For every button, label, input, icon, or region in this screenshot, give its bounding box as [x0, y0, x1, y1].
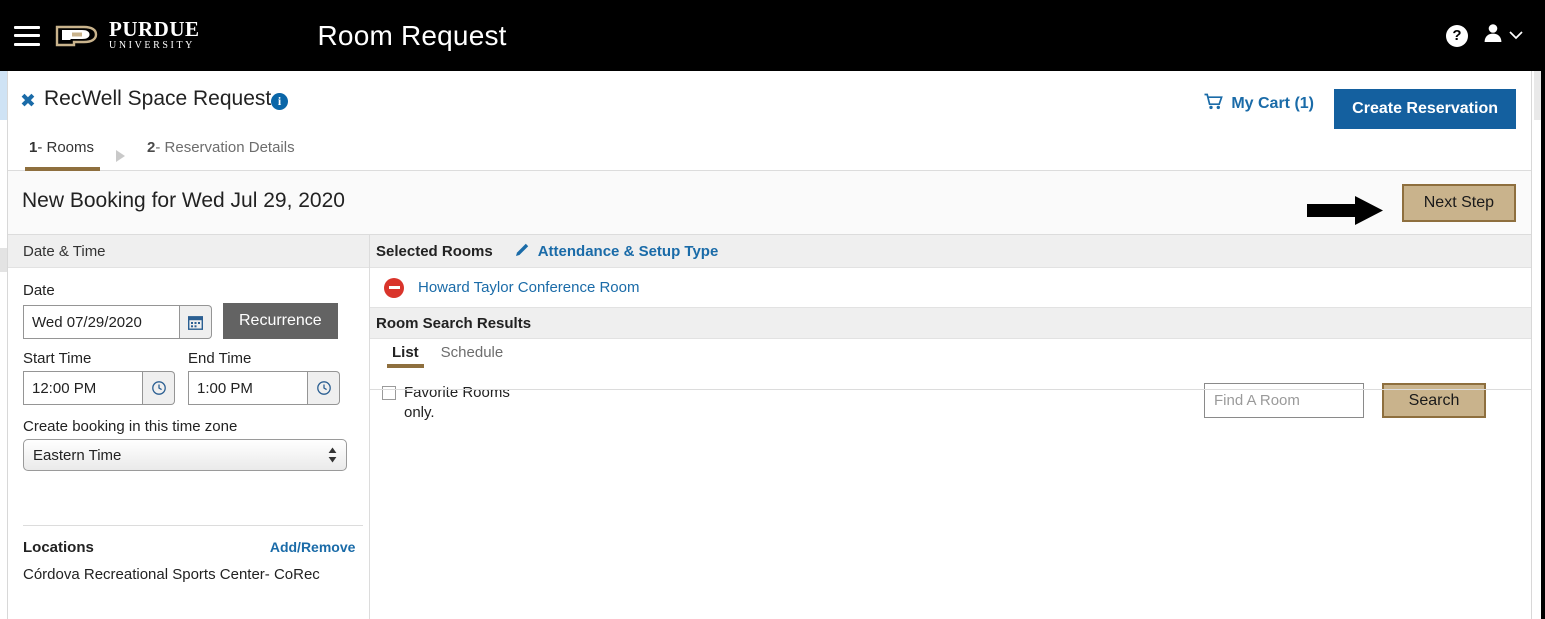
locations-section: Locations Add/Remove Córdova Recreationa… [23, 525, 363, 583]
locations-title: Locations [23, 539, 94, 556]
create-reservation-button[interactable]: Create Reservation [1334, 89, 1516, 129]
step-2-reservation-details[interactable]: 2 - Reservation Details [147, 133, 295, 171]
location-item: Córdova Recreational Sports Center- CoRe… [23, 566, 363, 583]
next-step-button[interactable]: Next Step [1402, 184, 1516, 222]
tab-list[interactable]: List [392, 344, 419, 361]
room-results-panel: Selected Rooms Attendance & Setup Type H… [370, 235, 1531, 619]
results-view-tabs: List Schedule [392, 339, 1531, 373]
end-time-input[interactable] [188, 371, 308, 405]
top-navigation-bar: PURDUE UNIVERSITY Room Request ? [0, 0, 1545, 71]
date-time-panel: Date & Time Date [8, 235, 370, 619]
end-time-field: End Time [188, 350, 340, 405]
remove-circle-icon[interactable] [384, 278, 404, 298]
attendance-setup-type-label: Attendance & Setup Type [538, 243, 719, 260]
end-time-input-group [188, 371, 340, 405]
locations-header: Locations Add/Remove [23, 539, 363, 556]
booking-bar: New Booking for Wed Jul 29, 2020 Next St… [8, 171, 1531, 235]
start-time-input-group [23, 371, 175, 405]
booking-title: New Booking for Wed Jul 29, 2020 [22, 189, 345, 213]
close-form-icon[interactable]: ✖ [20, 90, 36, 112]
date-row: Recurrence [23, 303, 354, 339]
hamburger-menu-icon[interactable] [14, 26, 40, 46]
page-title: Room Request [318, 20, 507, 52]
tabs-divider [370, 389, 1531, 390]
selected-rooms-header: Selected Rooms Attendance & Setup Type [370, 235, 1531, 268]
date-time-panel-header: Date & Time [8, 235, 369, 268]
pencil-icon [515, 242, 530, 261]
tab-schedule[interactable]: Schedule [441, 344, 504, 361]
date-label: Date [23, 282, 354, 299]
step-1-label: - Rooms [37, 139, 94, 156]
shopping-cart-icon [1204, 93, 1224, 115]
time-row: Start Time End Time [23, 350, 354, 405]
step-2-label: - Reservation Details [155, 139, 294, 156]
selected-room-name[interactable]: Howard Taylor Conference Room [418, 279, 640, 296]
black-right-arrow-annotation [1307, 196, 1383, 214]
chevron-down-icon [1509, 27, 1523, 45]
selected-rooms-title: Selected Rooms [376, 243, 493, 260]
locations-add-remove-link[interactable]: Add/Remove [270, 539, 356, 555]
recurrence-button[interactable]: Recurrence [223, 303, 338, 339]
step-separator-arrow-icon [116, 150, 125, 162]
user-avatar-icon [1482, 22, 1504, 49]
end-time-label: End Time [188, 350, 340, 367]
help-question-icon[interactable]: ? [1446, 25, 1468, 47]
date-input[interactable] [23, 305, 180, 339]
start-time-input[interactable] [23, 371, 143, 405]
search-controls-row: Favorite Rooms only. Search [370, 373, 1531, 429]
step-2-number: 2 [147, 139, 155, 156]
left-scroll-marker [0, 248, 7, 272]
logo-text-university: UNIVERSITY [109, 39, 200, 52]
form-title: RecWell Space Request [44, 87, 271, 111]
user-account-menu[interactable] [1482, 22, 1523, 49]
date-time-fields: Date [8, 268, 369, 471]
logo-text-purdue: PURDUE [109, 19, 200, 39]
form-subheader: ✖ RecWell Space Request i My Cart (1) Cr… [8, 71, 1531, 133]
room-search-results-title: Room Search Results [370, 307, 1531, 339]
timezone-label: Create booking in this time zone [23, 418, 354, 435]
window-edge [1541, 70, 1545, 619]
timezone-selected-value: Eastern Time [33, 447, 121, 464]
my-cart-label: My Cart (1) [1231, 95, 1314, 113]
attendance-setup-type-link[interactable]: Attendance & Setup Type [515, 242, 719, 261]
timezone-select[interactable]: Eastern Time [23, 439, 347, 471]
start-time-label: Start Time [23, 350, 175, 367]
room-request-page: PURDUE UNIVERSITY Room Request ? [0, 0, 1545, 619]
top-bar-actions: ? [1446, 0, 1523, 71]
select-spinner-icon [328, 447, 337, 463]
left-scroll-thumb[interactable] [0, 70, 7, 120]
selected-room-item: Howard Taylor Conference Room [370, 268, 1531, 307]
purdue-logo[interactable]: PURDUE UNIVERSITY [54, 14, 200, 58]
clock-icon[interactable] [308, 371, 340, 405]
step-1-number: 1 [29, 139, 37, 156]
purdue-train-p-icon [54, 19, 100, 53]
my-cart-button[interactable]: My Cart (1) [1204, 93, 1314, 115]
clock-icon[interactable] [143, 371, 175, 405]
step-1-rooms[interactable]: 1 - Rooms [29, 133, 94, 171]
wizard-steps: 1 - Rooms 2 - Reservation Details [8, 133, 1531, 171]
start-time-field: Start Time [23, 350, 175, 405]
date-input-group [23, 305, 212, 339]
left-scroll-strip[interactable] [0, 70, 8, 619]
right-scrollbar[interactable] [1531, 70, 1545, 619]
info-icon[interactable]: i [271, 93, 288, 110]
calendar-icon[interactable] [180, 305, 212, 339]
